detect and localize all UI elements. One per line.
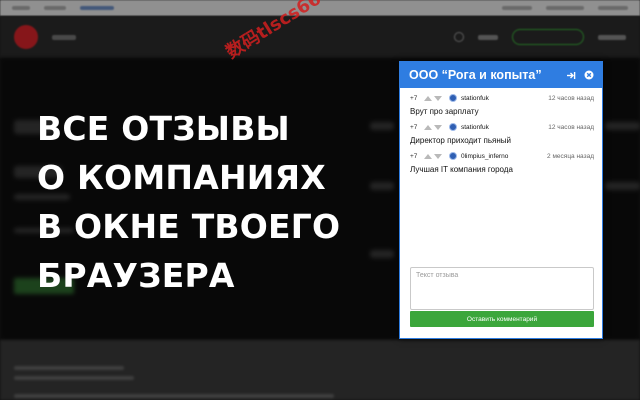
review-score: +7 bbox=[410, 94, 418, 102]
headline-line-2: о компаниях bbox=[37, 158, 326, 197]
review-author[interactable]: 0limpius_inferno bbox=[461, 153, 547, 160]
review-item: +7 stationfuk 12 часов назад Директор пр… bbox=[410, 121, 594, 150]
review-time: 12 часов назад bbox=[548, 123, 594, 131]
company-title: ООО “Рога и копыта” bbox=[409, 68, 542, 82]
review-score: +7 bbox=[410, 123, 418, 131]
headline-line-4: браузера bbox=[37, 256, 235, 295]
comment-textarea[interactable] bbox=[410, 267, 594, 310]
popup-header: ООО “Рога и копыта” bbox=[400, 62, 602, 88]
review-text: Лучшая IT компания города bbox=[410, 165, 513, 174]
promo-headline: Все отзывы о компаниях в окне твоего бра… bbox=[37, 104, 397, 300]
upvote-icon[interactable] bbox=[424, 95, 432, 101]
upvote-icon[interactable] bbox=[424, 153, 432, 159]
downvote-icon[interactable] bbox=[434, 153, 442, 159]
review-item: +7 stationfuk 12 часов назад Врут про за… bbox=[410, 92, 594, 121]
headline-line-3: в окне твоего bbox=[37, 207, 341, 246]
headline-line-1: Все отзывы bbox=[37, 109, 290, 148]
reviews-list: +7 stationfuk 12 часов назад Врут про за… bbox=[400, 88, 602, 179]
review-time: 2 месяца назад bbox=[547, 152, 594, 160]
review-time: 12 часов назад bbox=[548, 94, 594, 102]
review-author[interactable]: stationfuk bbox=[461, 95, 548, 102]
review-item: +7 0limpius_inferno 2 месяца назад Лучша… bbox=[410, 150, 594, 179]
review-text: Директор приходит пьяный bbox=[410, 136, 511, 145]
review-text: Врут про зарплату bbox=[410, 107, 479, 116]
downvote-icon[interactable] bbox=[434, 124, 442, 130]
avatar bbox=[449, 123, 457, 131]
downvote-icon[interactable] bbox=[434, 95, 442, 101]
upvote-icon[interactable] bbox=[424, 124, 432, 130]
avatar bbox=[449, 94, 457, 102]
review-score: +7 bbox=[410, 152, 418, 160]
reviews-popup: ООО “Рога и копыта” +7 stationfuk 12 час… bbox=[399, 61, 603, 339]
submit-comment-button[interactable]: Оставить комментарий bbox=[410, 311, 594, 327]
avatar bbox=[449, 152, 457, 160]
close-icon[interactable] bbox=[583, 69, 595, 81]
open-external-icon[interactable] bbox=[565, 69, 577, 81]
review-author[interactable]: stationfuk bbox=[461, 124, 548, 131]
